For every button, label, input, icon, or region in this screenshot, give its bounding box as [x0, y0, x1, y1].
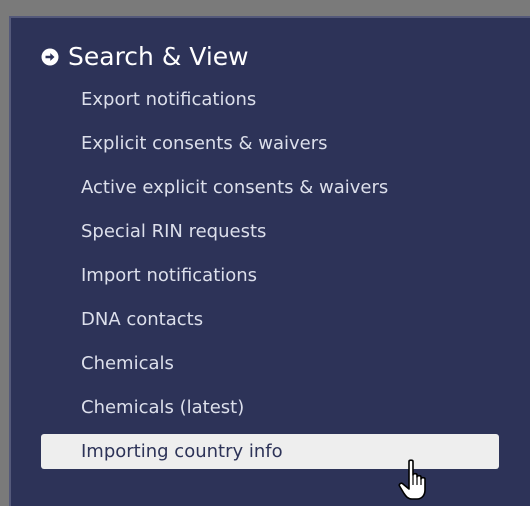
- menu-item-chemicals[interactable]: Chemicals: [41, 346, 499, 381]
- menu-item-special-rin-requests[interactable]: Special RIN requests: [41, 214, 499, 249]
- hand-pointer-icon: [398, 459, 426, 500]
- circle-arrow-right-icon: [41, 48, 59, 66]
- menu-item-export-notifications[interactable]: Export notifications: [41, 82, 499, 117]
- menu-item-import-notifications[interactable]: Import notifications: [41, 258, 499, 293]
- search-view-menu: Export notifications Explicit consents &…: [41, 82, 499, 478]
- menu-item-chemicals-latest[interactable]: Chemicals (latest): [41, 390, 499, 425]
- section-title: Search & View: [68, 42, 249, 71]
- section-header[interactable]: Search & View: [41, 42, 249, 72]
- menu-item-explicit-consents-waivers[interactable]: Explicit consents & waivers: [41, 126, 499, 161]
- menu-item-active-explicit-consents-waivers[interactable]: Active explicit consents & waivers: [41, 170, 499, 205]
- navigation-panel: Search & View Export notifications Expli…: [9, 16, 530, 506]
- menu-item-dna-contacts[interactable]: DNA contacts: [41, 302, 499, 337]
